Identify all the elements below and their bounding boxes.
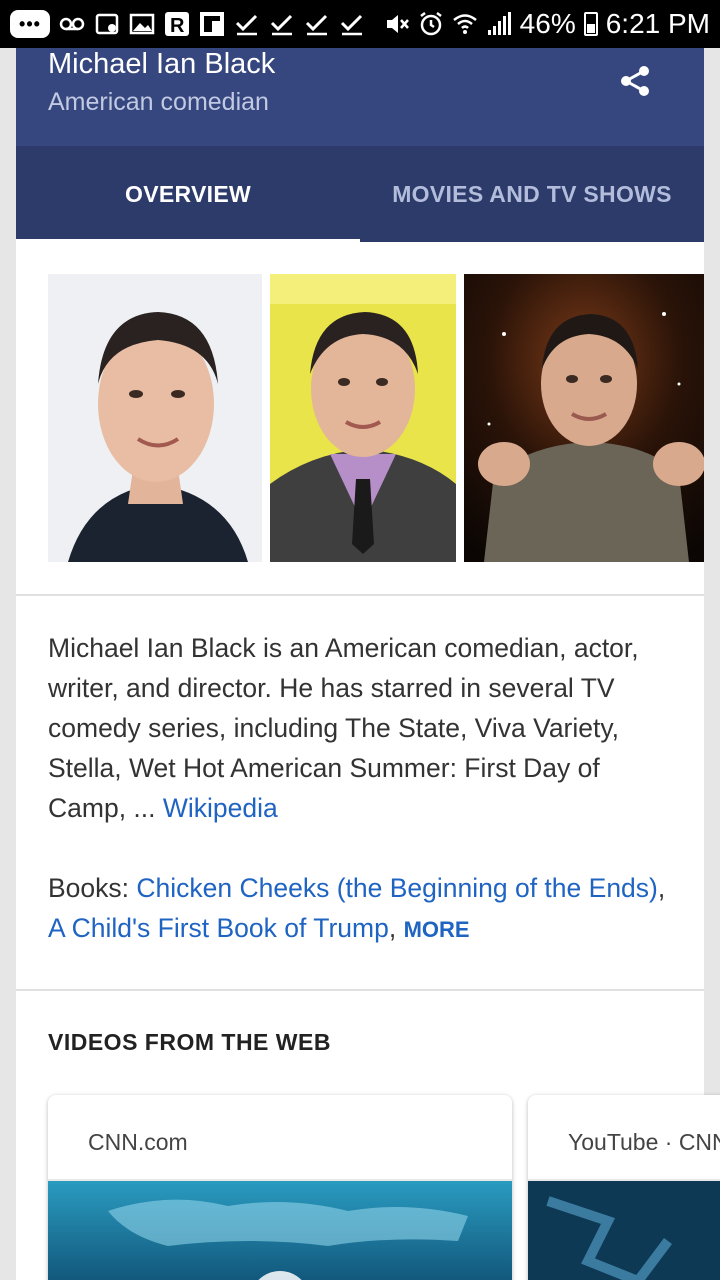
book-link[interactable]: A Child's First Book of Trump xyxy=(48,913,389,943)
photo-strip[interactable] xyxy=(16,242,704,596)
tab-overview[interactable]: OVERVIEW xyxy=(16,146,360,242)
person-photo[interactable] xyxy=(48,274,262,562)
description-section: Michael Ian Black is an American comedia… xyxy=(16,596,704,991)
check-icon xyxy=(339,11,365,37)
video-card[interactable]: CNN.com xyxy=(48,1095,512,1280)
entity-title: Michael Ian Black xyxy=(48,48,276,80)
books-label: Books: xyxy=(48,873,137,903)
status-bar: ••• R 46% 6:21 PM xyxy=(0,0,720,48)
mute-icon xyxy=(384,11,410,37)
svg-text:R: R xyxy=(170,15,185,37)
voicemail-icon xyxy=(59,11,85,37)
tab-bar: OVERVIEW MOVIES AND TV SHOWS xyxy=(16,146,704,242)
videos-heading: VIDEOS FROM THE WEB xyxy=(48,1029,331,1055)
check-icon xyxy=(304,11,330,37)
person-photo[interactable] xyxy=(464,274,704,562)
videos-section: VIDEOS FROM THE WEB CNN.com YouTube · CN… xyxy=(16,991,720,1280)
wikipedia-link[interactable]: Wikipedia xyxy=(163,793,278,823)
battery-percent: 46% xyxy=(519,8,576,39)
tab-movies-and-tv-shows[interactable]: MOVIES AND TV SHOWS xyxy=(360,146,704,242)
person-photo[interactable] xyxy=(270,274,456,562)
chat-icon: ••• xyxy=(10,10,50,38)
more-books-button[interactable]: MORE xyxy=(404,917,470,942)
battery-icon xyxy=(583,12,598,36)
knowledge-panel: Michael Ian Black American comedian OVER… xyxy=(16,48,720,1280)
signal-icon xyxy=(486,11,512,37)
clock: 6:21 PM xyxy=(605,8,710,39)
r-app-icon: R xyxy=(164,11,190,37)
check-icon xyxy=(269,11,295,37)
books-row: Books: Chicken Cheeks (the Beginning of … xyxy=(48,873,666,943)
alarm-icon xyxy=(418,11,444,37)
entity-subtitle: American comedian xyxy=(48,88,269,116)
share-icon[interactable] xyxy=(618,64,652,98)
flipboard-icon xyxy=(199,11,225,37)
description-text: Michael Ian Black is an American comedia… xyxy=(48,633,639,823)
video-thumbnail[interactable] xyxy=(528,1181,720,1280)
wifi-icon xyxy=(452,11,478,37)
video-source: YouTube · CNN xyxy=(528,1095,720,1181)
cast-icon xyxy=(94,11,120,37)
check-icon xyxy=(234,11,260,37)
video-card[interactable]: YouTube · CNN xyxy=(528,1095,720,1280)
video-source: CNN.com xyxy=(48,1095,512,1181)
panel-header: Michael Ian Black American comedian xyxy=(16,48,704,146)
gallery-icon xyxy=(129,11,155,37)
video-thumbnail[interactable] xyxy=(48,1181,512,1280)
book-link[interactable]: Chicken Cheeks (the Beginning of the End… xyxy=(136,873,657,903)
